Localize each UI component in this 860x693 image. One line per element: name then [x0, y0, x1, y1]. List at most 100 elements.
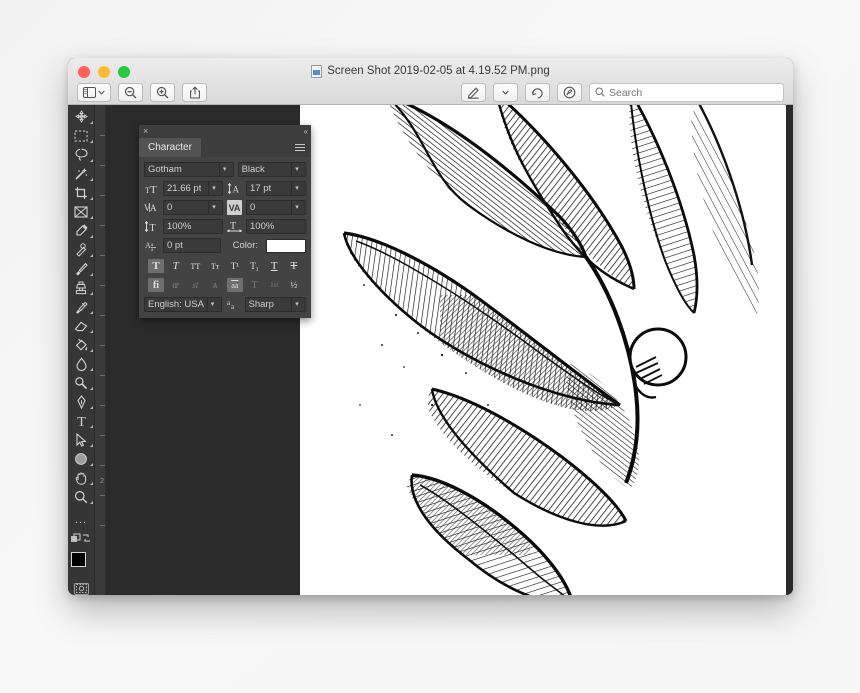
color-label: Color: [232, 240, 258, 251]
frame-tool[interactable] [68, 202, 95, 221]
font-style-select[interactable]: Black ▾ [237, 162, 306, 177]
baseline-shift-value: 0 pt [167, 240, 183, 251]
color-swatches[interactable] [68, 551, 95, 579]
character-panel-content: Gotham ▾ Black ▾ TT 21.66 pt ▾ A 17 pt ▾… [139, 157, 311, 318]
ellipse-tool[interactable] [68, 449, 95, 468]
standard-ligatures-button[interactable]: fi [148, 278, 164, 292]
superscript-button[interactable]: T¹ [227, 259, 243, 273]
discretionary-ligatures-button[interactable]: st [187, 278, 203, 292]
chevron-down-icon: ▾ [218, 163, 230, 176]
vertical-scale-input[interactable]: 100% [163, 219, 223, 234]
brush-tool[interactable] [68, 259, 95, 278]
annotate-button[interactable] [557, 83, 582, 102]
text-color-swatch[interactable] [266, 238, 306, 253]
close-icon[interactable]: × [143, 127, 148, 136]
collapse-icon[interactable]: « [304, 127, 309, 136]
markup-pen-icon [467, 86, 480, 99]
size-leading-row: TT 21.66 pt ▾ A 17 pt ▾ [144, 181, 306, 196]
search-input[interactable] [609, 86, 778, 99]
small-caps-button[interactable]: Tт [207, 259, 223, 273]
hand-tool[interactable] [68, 468, 95, 487]
vertical-ruler[interactable]: 2 [95, 105, 106, 595]
fractions-button[interactable]: ½ [286, 278, 302, 292]
toolbar-left-group [77, 83, 207, 102]
chevron-down-icon: ▾ [208, 182, 219, 195]
markup-options-button[interactable] [493, 83, 518, 102]
faux-bold-button[interactable]: T [148, 259, 164, 273]
kerning-value: 0 [167, 202, 173, 213]
foreground-color-swatch[interactable] [70, 552, 86, 568]
toolbar-right-group [461, 83, 784, 102]
canvas-area[interactable]: × « Character Gotham ▾ Black ▾ T T 21.66… [106, 105, 793, 595]
search-field[interactable] [589, 83, 784, 102]
horizontal-scale-value: 100% [250, 221, 275, 232]
strikethrough-button[interactable]: T [286, 259, 302, 273]
leading-input[interactable]: 17 pt ▾ [246, 181, 306, 196]
more-tools-icon: ... [74, 513, 88, 526]
chevron-down-icon: ▾ [291, 201, 302, 214]
all-caps-button[interactable]: TT [187, 259, 203, 273]
underline-button[interactable]: T [266, 259, 282, 273]
leading-icon: A [227, 181, 242, 196]
chevron-down-icon: ▾ [208, 201, 219, 214]
svg-text:A: A [150, 203, 157, 213]
blur-tool[interactable] [68, 354, 95, 373]
antialias-select[interactable]: Sharp ▾ [244, 297, 306, 312]
zoom-tool[interactable] [68, 487, 95, 506]
ordinals-button[interactable]: 1st [266, 278, 282, 292]
faux-italic-button[interactable]: T [168, 259, 184, 273]
markup-button[interactable] [461, 83, 486, 102]
zoom-in-button[interactable] [150, 83, 175, 102]
clone-stamp-tool[interactable] [68, 278, 95, 297]
path-selection-tool[interactable] [68, 430, 95, 449]
eyedropper-tool[interactable] [68, 221, 95, 240]
zoom-out-icon [124, 86, 137, 99]
type-tool[interactable]: T [68, 411, 95, 430]
image-canvas[interactable] [300, 105, 786, 595]
marquee-tool[interactable] [68, 126, 95, 145]
photoshop-workspace: 2 × « Character Gotham ▾ Black ▾ T T 21.… [95, 105, 793, 595]
tab-character[interactable]: Character [139, 138, 201, 157]
horizontal-scale-input[interactable]: 100% [246, 219, 306, 234]
screen-mode-icon [71, 533, 90, 542]
character-panel: × « Character Gotham ▾ Black ▾ T T 21.66… [139, 125, 311, 318]
tracking-input[interactable]: 0 ▾ [246, 200, 306, 215]
swash-button[interactable]: ᴀ [207, 278, 223, 292]
sidebar-icon [83, 87, 96, 98]
svg-text:T: T [230, 221, 236, 232]
rotate-button[interactable] [525, 83, 550, 102]
lasso-tool[interactable] [68, 145, 95, 164]
font-size-input[interactable]: 21.66 pt ▾ [163, 181, 223, 196]
share-button[interactable] [182, 83, 207, 102]
annotate-icon [563, 86, 576, 99]
dodge-tool[interactable] [68, 373, 95, 392]
baseline-shift-input[interactable]: 0 pt [163, 238, 221, 253]
more-tools-button[interactable]: ... [68, 510, 95, 529]
sidebar-toggle-button[interactable] [77, 83, 111, 102]
zoom-out-button[interactable] [118, 83, 143, 102]
quick-mask-button[interactable] [73, 582, 89, 595]
preview-window: Screen Shot 2019-02-05 at 4.19.52 PM.png [68, 58, 793, 595]
eraser-tool[interactable] [68, 316, 95, 335]
panel-menu-icon [295, 142, 305, 153]
old-style-button[interactable]: aa [226, 278, 243, 292]
subscript-button[interactable]: T₁ [247, 259, 263, 273]
contextual-alternates-button[interactable]: œ [168, 278, 184, 292]
ruler-label: 2 [100, 478, 104, 485]
window-body: T ... 2 × « Character Gotham ▾ Black ▾ T… [68, 105, 793, 595]
scale-row: T 100% T 100% [144, 219, 306, 234]
pen-tool[interactable] [68, 392, 95, 411]
history-brush-tool[interactable] [68, 297, 95, 316]
kerning-input[interactable]: 0 ▾ [163, 200, 223, 215]
font-family-select[interactable]: Gotham ▾ [144, 162, 234, 177]
panel-menu-button[interactable] [295, 138, 311, 157]
titling-alternates-button[interactable]: T [247, 278, 263, 292]
magic-wand-tool[interactable] [68, 164, 95, 183]
healing-brush-tool[interactable] [68, 240, 95, 259]
crop-tool[interactable] [68, 183, 95, 202]
move-tool[interactable] [68, 107, 95, 126]
font-size-value: 21.66 pt [167, 183, 202, 194]
gradient-tool[interactable] [68, 335, 95, 354]
language-select[interactable]: English: USA ▾ [144, 297, 222, 312]
language-antialias-row: English: USA ▾ aa Sharp ▾ [144, 297, 306, 312]
